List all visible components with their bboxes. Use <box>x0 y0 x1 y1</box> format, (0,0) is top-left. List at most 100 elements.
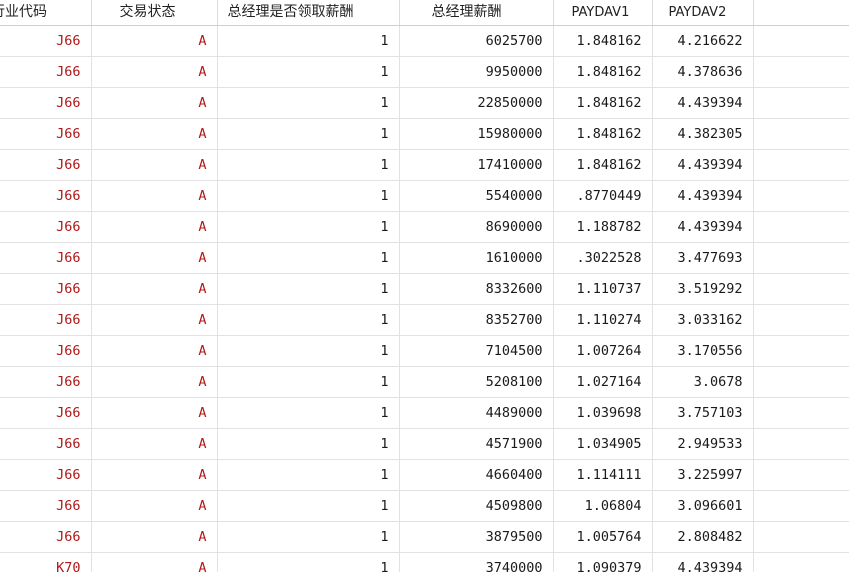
trading-status-cell[interactable]: A <box>91 180 218 212</box>
paydav1-cell[interactable]: 1.848162 <box>553 56 653 88</box>
trading-status-cell[interactable]: A <box>91 521 218 553</box>
industry-code-cell[interactable]: J66 <box>0 56 92 88</box>
trading-status-cell[interactable]: A <box>91 459 218 491</box>
gm-paid-flag-cell[interactable]: 1 <box>217 242 400 274</box>
paydav2-cell[interactable]: 2.949533 <box>652 428 754 460</box>
trading-status-cell[interactable]: A <box>91 273 218 305</box>
table-row[interactable]: J66 A 1 6025700 1.848162 4.216622 <box>0 25 849 57</box>
industry-code-cell[interactable]: J66 <box>0 366 92 398</box>
trading-status-cell[interactable]: A <box>91 397 218 429</box>
table-row[interactable]: J66 A 1 9950000 1.848162 4.378636 <box>0 56 849 88</box>
paydav2-cell[interactable]: 3.0678 <box>652 366 754 398</box>
gm-salary-cell[interactable]: 9950000 <box>399 56 554 88</box>
gm-salary-cell[interactable]: 3879500 <box>399 521 554 553</box>
table-row[interactable]: K70 A 1 3740000 1.090379 4.439394 <box>0 552 849 572</box>
paydav1-cell[interactable]: 1.114111 <box>553 459 653 491</box>
industry-code-cell[interactable]: J66 <box>0 273 92 305</box>
table-row[interactable]: J66 A 1 4509800 1.06804 3.096601 <box>0 490 849 522</box>
paydav2-cell[interactable]: 4.382305 <box>652 118 754 150</box>
trading-status-cell[interactable]: A <box>91 25 218 57</box>
gm-salary-cell[interactable]: 8332600 <box>399 273 554 305</box>
table-row[interactable]: J66 A 1 1610000.3022528 3.477693 <box>0 242 849 274</box>
industry-code-cell[interactable]: J66 <box>0 180 92 212</box>
gm-paid-flag-cell[interactable]: 1 <box>217 56 400 88</box>
industry-code-cell[interactable]: J66 <box>0 118 92 150</box>
industry-code-cell[interactable]: J66 <box>0 149 92 181</box>
paydav2-cell[interactable]: 4.439394 <box>652 87 754 119</box>
table-row[interactable]: J66 A 1 4489000 1.039698 3.757103 <box>0 397 849 429</box>
industry-code-cell[interactable]: J66 <box>0 459 92 491</box>
gm-salary-cell[interactable]: 5540000 <box>399 180 554 212</box>
gm-salary-cell[interactable]: 15980000 <box>399 118 554 150</box>
column-header-industry-code[interactable]: 行业代码 <box>0 0 92 26</box>
trading-status-cell[interactable]: A <box>91 149 218 181</box>
gm-salary-cell[interactable]: 3740000 <box>399 552 554 572</box>
paydav1-cell[interactable]: 1.848162 <box>553 149 653 181</box>
table-row[interactable]: J66 A 1 4660400 1.114111 3.225997 <box>0 459 849 491</box>
paydav2-cell[interactable]: 4.439394 <box>652 149 754 181</box>
industry-code-cell[interactable]: J66 <box>0 428 92 460</box>
column-header-paydav2[interactable]: PAYDAV2 <box>652 0 754 26</box>
paydav1-cell[interactable]: 1.110737 <box>553 273 653 305</box>
table-row[interactable]: J66 A 1 4571900 1.034905 2.949533 <box>0 428 849 460</box>
gm-salary-cell[interactable]: 4660400 <box>399 459 554 491</box>
table-row[interactable]: J66 A 1 8352700 1.110274 3.033162 <box>0 304 849 336</box>
paydav2-cell[interactable]: 2.808482 <box>652 521 754 553</box>
gm-salary-cell[interactable]: 4509800 <box>399 490 554 522</box>
gm-paid-flag-cell[interactable]: 1 <box>217 273 400 305</box>
gm-salary-cell[interactable]: 4571900 <box>399 428 554 460</box>
paydav1-cell[interactable]: 1.007264 <box>553 335 653 367</box>
paydav1-cell[interactable]: 1.188782 <box>553 211 653 243</box>
table-row[interactable]: J66 A 1 22850000 1.848162 4.439394 <box>0 87 849 119</box>
trading-status-cell[interactable]: A <box>91 366 218 398</box>
gm-paid-flag-cell[interactable]: 1 <box>217 211 400 243</box>
gm-paid-flag-cell[interactable]: 1 <box>217 335 400 367</box>
trading-status-cell[interactable]: A <box>91 490 218 522</box>
paydav2-cell[interactable]: 4.216622 <box>652 25 754 57</box>
paydav2-cell[interactable]: 4.378636 <box>652 56 754 88</box>
trading-status-cell[interactable]: A <box>91 118 218 150</box>
paydav2-cell[interactable]: 3.033162 <box>652 304 754 336</box>
gm-salary-cell[interactable]: 5208100 <box>399 366 554 398</box>
table-row[interactable]: J66 A 1 3879500 1.005764 2.808482 <box>0 521 849 553</box>
paydav1-cell[interactable]: 1.06804 <box>553 490 653 522</box>
industry-code-cell[interactable]: K70 <box>0 552 92 572</box>
gm-paid-flag-cell[interactable]: 1 <box>217 118 400 150</box>
column-header-trading-status[interactable]: 交易状态 <box>91 0 218 26</box>
industry-code-cell[interactable]: J66 <box>0 211 92 243</box>
paydav2-cell[interactable]: 3.225997 <box>652 459 754 491</box>
gm-paid-flag-cell[interactable]: 1 <box>217 304 400 336</box>
paydav1-cell[interactable]: 1.039698 <box>553 397 653 429</box>
paydav1-cell[interactable]: 1.005764 <box>553 521 653 553</box>
gm-paid-flag-cell[interactable]: 1 <box>217 397 400 429</box>
trading-status-cell[interactable]: A <box>91 304 218 336</box>
industry-code-cell[interactable]: J66 <box>0 397 92 429</box>
gm-paid-flag-cell[interactable]: 1 <box>217 180 400 212</box>
industry-code-cell[interactable]: J66 <box>0 490 92 522</box>
column-header-paydav1[interactable]: PAYDAV1 <box>553 0 653 26</box>
paydav1-cell[interactable]: 1.848162 <box>553 25 653 57</box>
column-header-gm-salary[interactable]: 总经理薪酬 <box>399 0 554 26</box>
industry-code-cell[interactable]: J66 <box>0 242 92 274</box>
paydav1-cell[interactable]: 1.027164 <box>553 366 653 398</box>
table-row[interactable]: J66 A 1 7104500 1.007264 3.170556 <box>0 335 849 367</box>
column-header-gm-paid-flag[interactable]: 总经理是否领取薪酬 <box>217 0 400 26</box>
industry-code-cell[interactable]: J66 <box>0 521 92 553</box>
gm-salary-cell[interactable]: 4489000 <box>399 397 554 429</box>
paydav2-cell[interactable]: 3.096601 <box>652 490 754 522</box>
paydav2-cell[interactable]: 4.439394 <box>652 552 754 572</box>
table-row[interactable]: J66 A 1 5208100 1.027164 3.0678 <box>0 366 849 398</box>
table-row[interactable]: J66 A 1 8332600 1.110737 3.519292 <box>0 273 849 305</box>
gm-paid-flag-cell[interactable]: 1 <box>217 490 400 522</box>
paydav1-cell[interactable]: .8770449 <box>553 180 653 212</box>
trading-status-cell[interactable]: A <box>91 211 218 243</box>
gm-salary-cell[interactable]: 7104500 <box>399 335 554 367</box>
paydav2-cell[interactable]: 3.757103 <box>652 397 754 429</box>
gm-paid-flag-cell[interactable]: 1 <box>217 25 400 57</box>
trading-status-cell[interactable]: A <box>91 552 218 572</box>
paydav2-cell[interactable]: 3.170556 <box>652 335 754 367</box>
trading-status-cell[interactable]: A <box>91 428 218 460</box>
table-row[interactable]: J66 A 1 15980000 1.848162 4.382305 <box>0 118 849 150</box>
industry-code-cell[interactable]: J66 <box>0 335 92 367</box>
paydav2-cell[interactable]: 3.519292 <box>652 273 754 305</box>
